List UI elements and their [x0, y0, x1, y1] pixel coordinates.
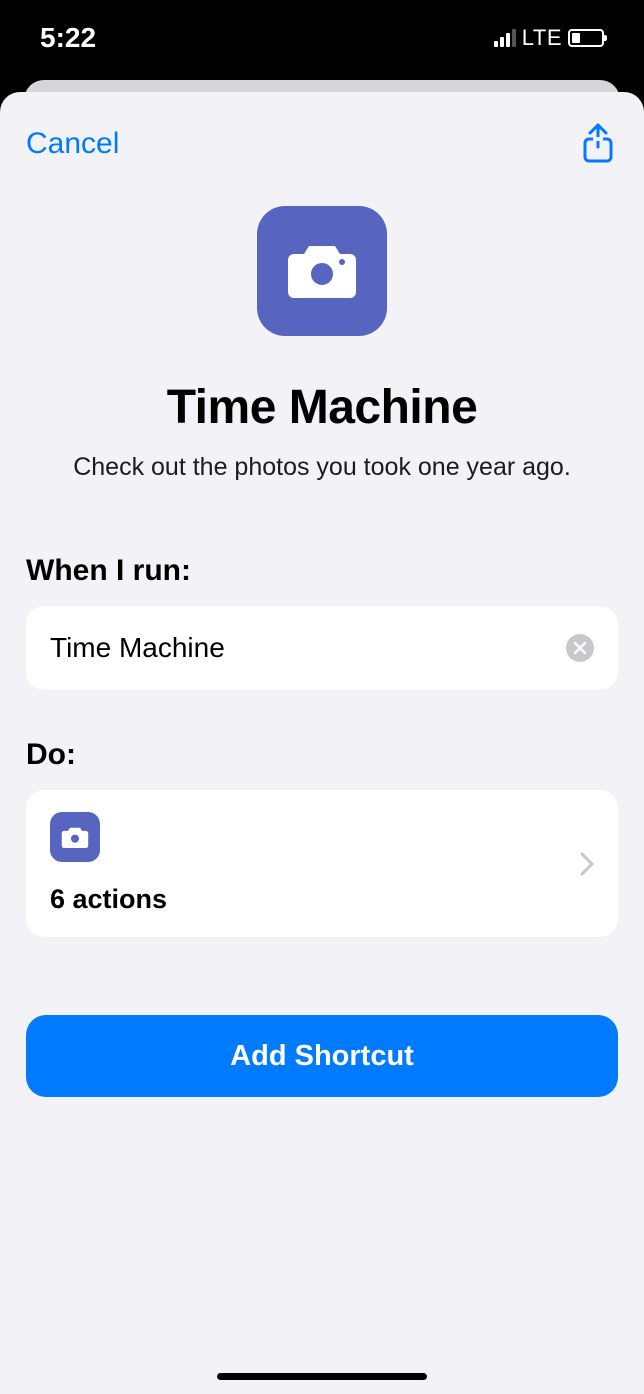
do-actions-row[interactable]: 6 actions — [26, 790, 618, 937]
add-shortcut-button[interactable]: Add Shortcut — [26, 1015, 618, 1097]
camera-icon — [286, 242, 358, 300]
camera-icon — [61, 826, 89, 849]
actions-count: 6 actions — [50, 884, 167, 915]
shortcut-title: Time Machine — [26, 380, 618, 435]
battery-icon — [568, 29, 604, 47]
cancel-button[interactable]: Cancel — [26, 127, 119, 161]
when-input-row[interactable]: Time Machine — [26, 606, 618, 690]
modal-sheet: Cancel Time Machine Check out the photos… — [0, 92, 644, 1394]
home-indicator[interactable] — [217, 1373, 427, 1380]
when-section-label: When I run: — [26, 554, 618, 588]
shortcut-icon-small — [50, 812, 100, 862]
share-button[interactable] — [578, 124, 618, 164]
signal-icon — [494, 29, 516, 47]
shortcut-icon-large — [257, 206, 387, 336]
status-indicators: LTE — [494, 25, 604, 51]
network-label: LTE — [522, 25, 562, 51]
when-input-value: Time Machine — [50, 632, 225, 664]
clear-button[interactable] — [566, 634, 594, 662]
status-time: 5:22 — [40, 22, 96, 54]
chevron-right-icon — [580, 852, 594, 876]
do-section-label: Do: — [26, 738, 618, 772]
share-icon — [581, 123, 615, 165]
x-icon — [573, 641, 587, 655]
shortcut-subtitle: Check out the photos you took one year a… — [26, 453, 618, 482]
status-bar: 5:22 LTE — [0, 0, 644, 76]
